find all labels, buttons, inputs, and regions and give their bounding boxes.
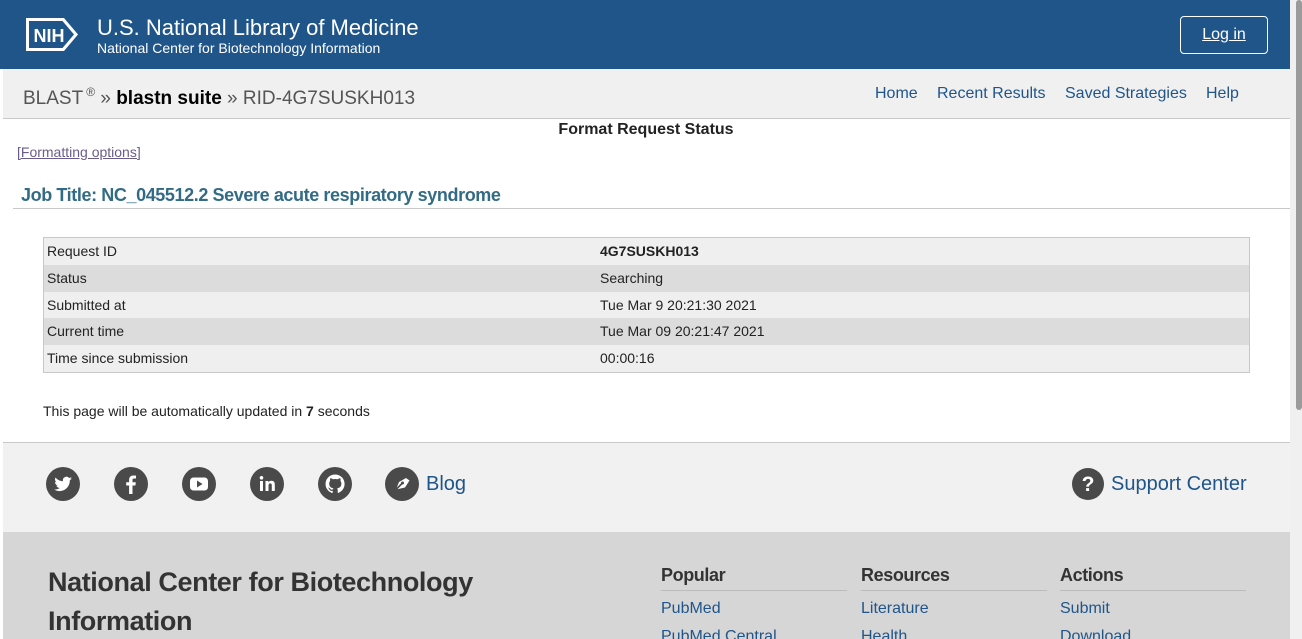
nav-saved-strategies[interactable]: Saved Strategies <box>1065 85 1187 103</box>
formatting-options-link[interactable]: [Formatting options] <box>17 144 141 160</box>
job-title: Job Title: NC_045512.2 Severe acute resp… <box>21 185 501 205</box>
nih-logo[interactable]: NIH <box>24 16 80 53</box>
table-row: Current time Tue Mar 09 20:21:47 2021 <box>44 318 1249 346</box>
footer-heading-popular: Popular <box>661 565 726 585</box>
breadcrumb-sep: » <box>227 88 238 109</box>
auto-update-prefix: This page will be automatically updated … <box>43 403 303 419</box>
footer-heading-actions: Actions <box>1060 565 1124 585</box>
breadcrumb-suite[interactable]: blastn suite <box>116 88 222 109</box>
youtube-icon[interactable] <box>182 467 216 501</box>
nav-recent-results[interactable]: Recent Results <box>937 85 1046 103</box>
footer-divider <box>661 590 847 591</box>
status-table: Request ID 4G7SUSKH013 Status Searching … <box>43 237 1250 373</box>
breadcrumb-sep: » <box>100 88 111 109</box>
row-label-request-id: Request ID <box>47 243 118 259</box>
ncbi-footer-title[interactable]: National Center for Biotechnology Inform… <box>48 563 528 639</box>
linkedin-icon[interactable] <box>250 467 284 501</box>
footer-link-pubmed[interactable]: PubMed <box>661 600 721 618</box>
breadcrumb-rid: RID-4G7SUSKH013 <box>242 88 416 109</box>
request-id-value: 4G7SUSKH013 <box>600 243 699 259</box>
current-time-value: Tue Mar 09 20:21:47 2021 <box>600 323 765 340</box>
divider <box>13 208 1290 209</box>
row-label-status: Status <box>47 269 87 286</box>
github-icon[interactable] <box>318 467 352 501</box>
nav-home[interactable]: Home <box>875 85 918 103</box>
row-label-time-since: Time since submission <box>47 350 189 367</box>
registered-mark: ® <box>86 85 96 99</box>
help-question-icon[interactable]: ? <box>1071 467 1105 501</box>
auto-update-seconds: 7 <box>306 403 314 419</box>
nih-header: NIH U.S. National Library of Medicine Na… <box>0 0 1290 69</box>
ncbi-subtitle[interactable]: National Center for Biotechnology Inform… <box>97 40 380 56</box>
nih-logo-text: NIH <box>34 26 65 46</box>
row-label-submitted-at: Submitted at <box>47 296 126 313</box>
support-center-link[interactable]: Support Center <box>1111 473 1247 496</box>
footer-link-submit[interactable]: Submit <box>1060 600 1110 618</box>
footer-divider <box>861 590 1047 591</box>
table-row: Request ID 4G7SUSKH013 <box>44 238 1249 265</box>
footer-link-pubmed-central[interactable]: PubMed Central <box>661 628 777 639</box>
footer-link-health[interactable]: Health <box>861 628 907 639</box>
footer-divider <box>1060 590 1246 591</box>
submitted-at-value: Tue Mar 9 20:21:30 2021 <box>600 296 757 313</box>
table-row: Status Searching <box>44 264 1249 292</box>
breadcrumb: BLAST ® » blastn suite » RID-4G7SUSKH013 <box>23 85 415 110</box>
blog-link[interactable]: Blog <box>426 473 466 496</box>
auto-update-suffix: seconds <box>317 403 370 419</box>
time-since-value: 00:00:16 <box>600 350 655 367</box>
facebook-icon[interactable] <box>114 467 148 501</box>
svg-text:?: ? <box>1082 473 1095 496</box>
breadcrumb-blast[interactable]: BLAST <box>23 88 83 109</box>
nlm-title[interactable]: U.S. National Library of Medicine <box>97 16 419 40</box>
login-button[interactable]: Log in <box>1180 16 1268 54</box>
footer-link-download[interactable]: Download <box>1060 628 1131 639</box>
table-row: Submitted at Tue Mar 9 20:21:30 2021 <box>44 291 1249 319</box>
footer-heading-resources: Resources <box>861 565 950 585</box>
auto-update-notice: This page will be automatically updated … <box>43 403 370 419</box>
footer-link-literature[interactable]: Literature <box>861 600 929 618</box>
row-label-current-time: Current time <box>47 323 125 340</box>
table-row: Time since submission 00:00:16 <box>44 345 1249 372</box>
scrollbar-thumb[interactable] <box>1296 0 1302 410</box>
nav-help[interactable]: Help <box>1206 85 1239 103</box>
twitter-icon[interactable] <box>46 467 80 501</box>
format-request-status-heading: Format Request Status <box>558 121 734 138</box>
status-value: Searching <box>600 269 664 286</box>
blast-nav-bar: BLAST ® » blastn suite » RID-4G7SUSKH013 … <box>3 69 1290 119</box>
blog-icon[interactable] <box>385 467 419 501</box>
